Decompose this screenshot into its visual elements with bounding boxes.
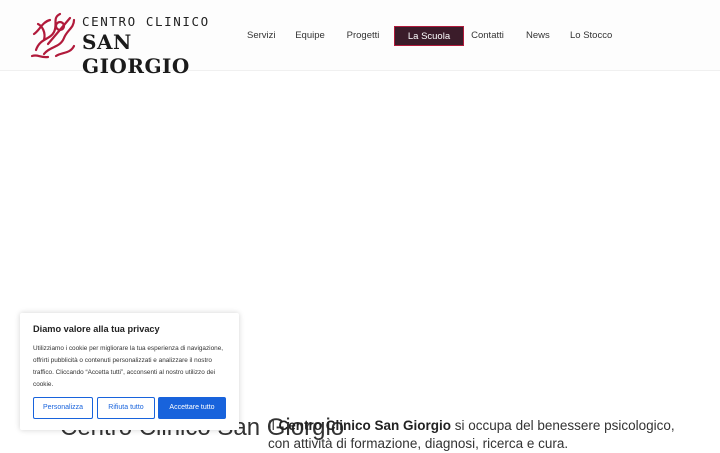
nav-item-progetti[interactable]: Progetti xyxy=(346,26,380,46)
logo-text-top: CENTRO CLINICO xyxy=(82,14,210,29)
cookie-consent-banner: Diamo valore alla tua privacy Utilizziam… xyxy=(20,313,239,430)
site-logo[interactable]: CENTRO CLINICO SAN GIORGIO xyxy=(30,10,230,78)
cookie-accept-button[interactable]: Accettare tutto xyxy=(158,397,226,419)
intro-prefix: Il xyxy=(268,418,279,433)
cookie-customize-button[interactable]: Personalizza xyxy=(33,397,93,419)
nav-item-lo-stocco[interactable]: Lo Stocco xyxy=(570,26,612,46)
cookie-banner-text: Utilizziamo i cookie per migliorare la t… xyxy=(33,345,224,388)
intro-clinic-name: Centro Clinico San Giorgio xyxy=(278,418,452,433)
nav-item-la-scuola[interactable]: La Scuola xyxy=(394,26,464,46)
saint-george-dragon-icon xyxy=(30,12,76,59)
intro-text: Il Centro Clinico San Giorgio si occupa … xyxy=(268,417,688,453)
nav-item-equipe[interactable]: Equipe xyxy=(295,26,325,46)
cookie-banner-title: Diamo valore alla tua privacy xyxy=(33,324,160,334)
nav-item-news[interactable]: News xyxy=(526,26,550,46)
logo-text-bottom: SAN GIORGIO xyxy=(82,30,190,78)
nav-item-servizi[interactable]: Servizi xyxy=(247,26,276,46)
site-header: CENTRO CLINICO SAN GIORGIO Servizi Equip… xyxy=(0,0,720,78)
cookie-reject-button[interactable]: Rifiuta tutto xyxy=(97,397,155,419)
nav-item-contatti[interactable]: Contatti xyxy=(471,26,504,46)
